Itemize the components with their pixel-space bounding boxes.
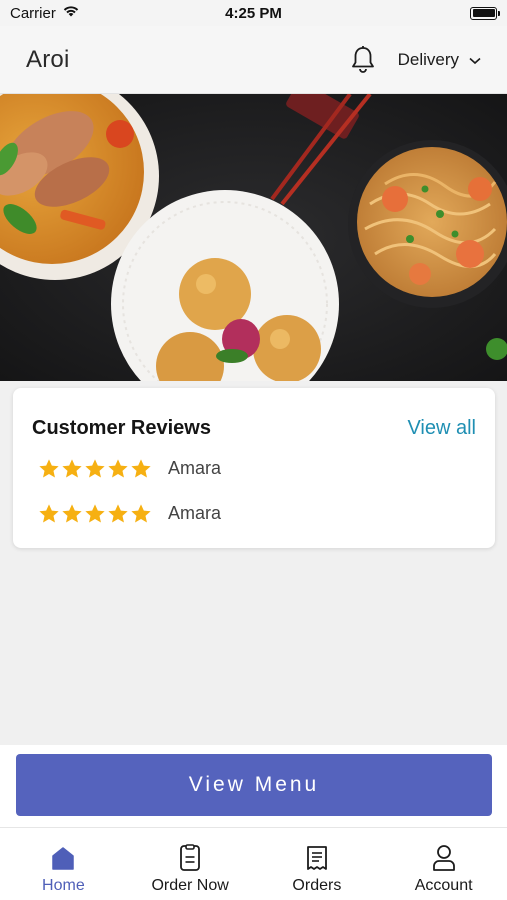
account-icon	[430, 843, 458, 873]
orders-icon	[303, 843, 331, 873]
app-screen: Carrier 4:25 PM Aroi Delivery Customer R…	[0, 0, 507, 900]
star-icon	[85, 503, 105, 523]
reviewer-name: Amara	[168, 503, 222, 523]
tab-account[interactable]: Account	[380, 828, 507, 900]
tab-orders[interactable]: Orders	[254, 828, 381, 900]
status-time: 4:25 PM	[225, 4, 282, 22]
star-icon	[39, 503, 59, 523]
star-rating	[38, 503, 152, 525]
star-icon	[131, 503, 151, 523]
view-menu-bar: View Menu	[0, 745, 507, 827]
tab-label: Account	[414, 877, 473, 894]
tab-label: Order Now	[151, 877, 229, 894]
app-header: Aroi Delivery	[0, 26, 507, 94]
reviews-title: Customer Reviews	[32, 416, 211, 439]
chevron-down-icon	[469, 50, 481, 70]
star-icon	[108, 503, 128, 523]
delivery-dropdown[interactable]: Delivery	[398, 50, 481, 70]
tab-order-now[interactable]: Order Now	[127, 828, 254, 900]
review-row[interactable]: Amara	[13, 491, 495, 536]
customer-reviews-card: Customer Reviews View all Amara Amara	[13, 388, 495, 548]
view-all-link[interactable]: View all	[407, 417, 476, 440]
star-icon	[39, 458, 59, 478]
status-right	[327, 6, 500, 20]
carrier-label: Carrier	[10, 4, 56, 22]
star-icon	[62, 503, 82, 523]
star-icon	[85, 458, 105, 478]
bell-icon[interactable]	[348, 44, 378, 76]
status-left: Carrier	[10, 4, 180, 22]
reviewer-name: Amara	[168, 458, 222, 478]
view-menu-button[interactable]: View Menu	[16, 754, 492, 816]
tab-label: Home	[42, 877, 85, 894]
star-icon	[108, 458, 128, 478]
wifi-icon	[62, 4, 80, 22]
status-bar: Carrier 4:25 PM	[0, 0, 507, 26]
tab-label: Orders	[292, 877, 342, 894]
tab-home[interactable]: Home	[0, 828, 127, 900]
battery-icon	[470, 6, 500, 20]
review-row[interactable]: Amara	[13, 446, 495, 491]
home-icon	[49, 843, 77, 873]
star-icon	[62, 458, 82, 478]
star-rating	[38, 458, 152, 480]
app-title: Aroi	[26, 45, 70, 73]
star-icon	[131, 458, 151, 478]
reviews-header: Customer Reviews View all	[13, 388, 495, 446]
hero-food-image	[0, 94, 507, 381]
order-now-icon	[176, 843, 204, 873]
tab-bar: Home Order Now Orders Account	[0, 827, 507, 900]
delivery-label: Delivery	[397, 49, 459, 69]
